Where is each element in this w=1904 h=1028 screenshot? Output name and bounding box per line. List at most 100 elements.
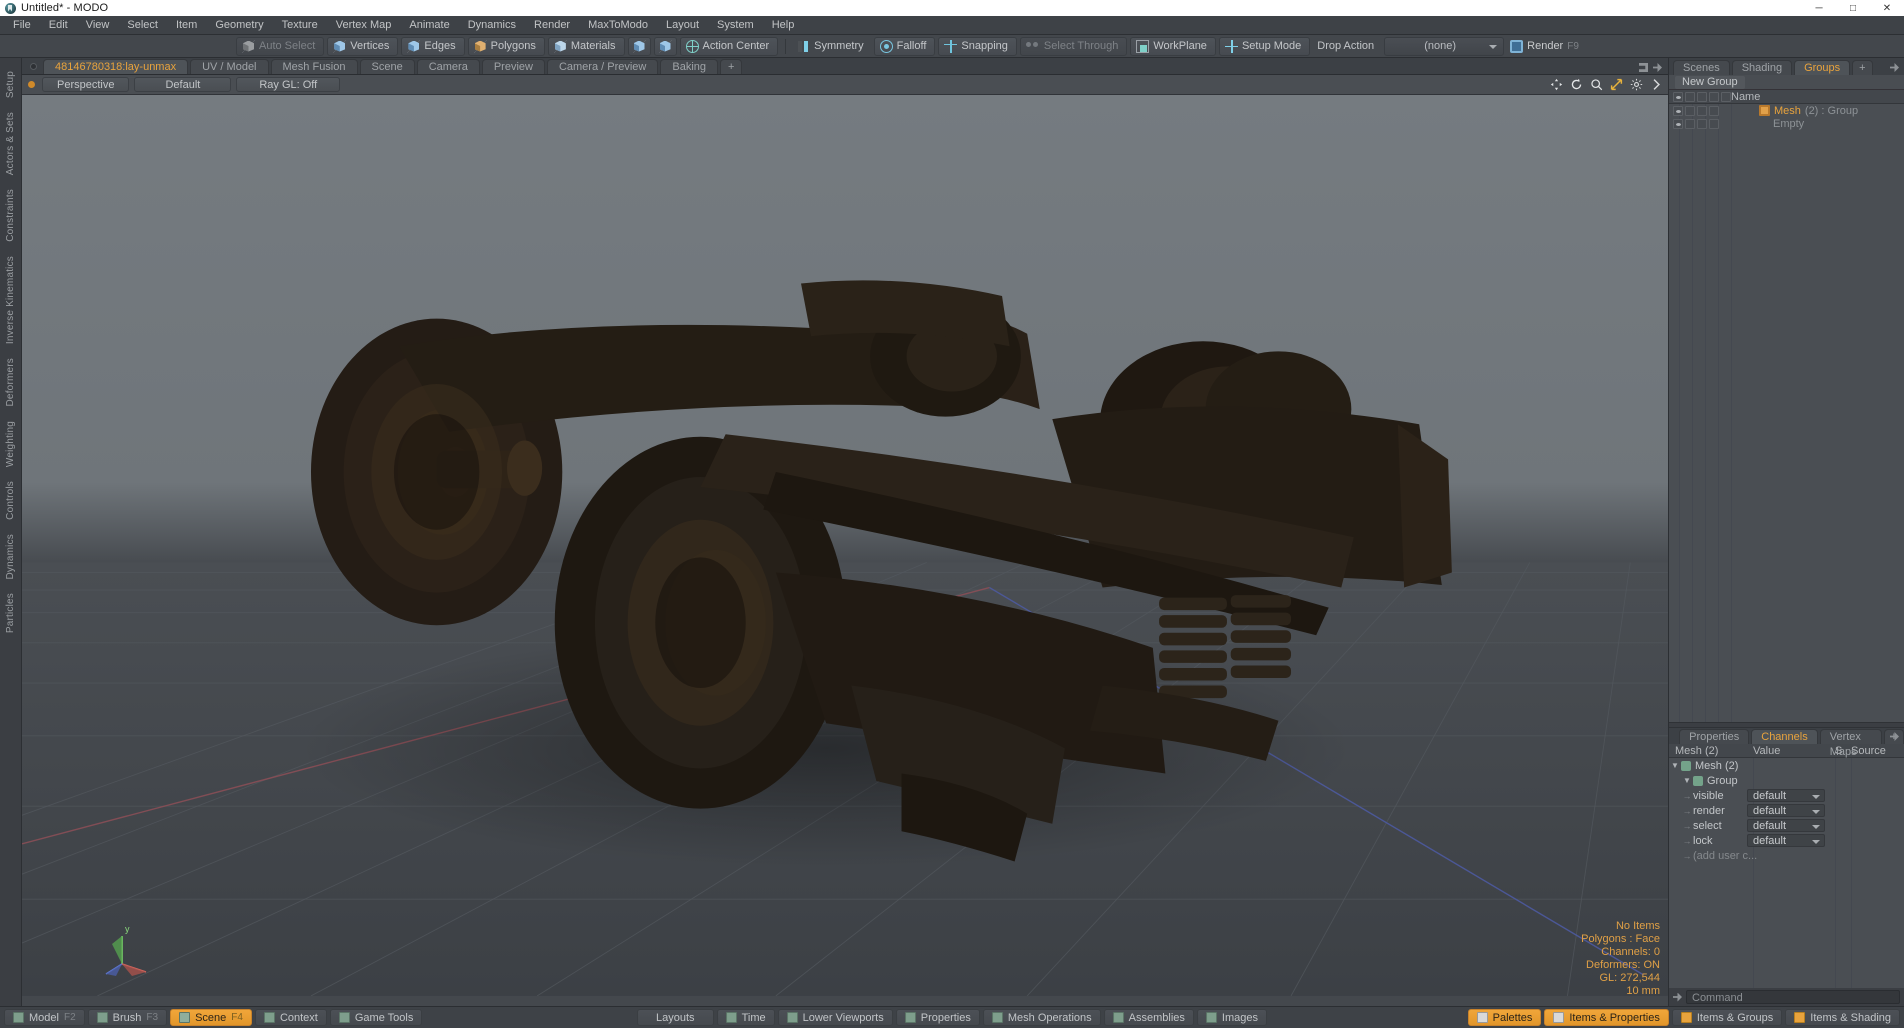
close-button[interactable]: ✕ bbox=[1870, 0, 1904, 16]
palettes-button[interactable]: Palettes bbox=[1467, 1009, 1542, 1026]
images-button[interactable]: Images bbox=[1196, 1009, 1267, 1026]
sidebar-item-constraints[interactable]: Constraints bbox=[3, 182, 18, 249]
panel-layout-icon[interactable] bbox=[1639, 63, 1648, 72]
settings-icon[interactable] bbox=[1630, 78, 1643, 91]
menu-edit[interactable]: Edit bbox=[40, 16, 77, 35]
sidebar-item-particles[interactable]: Particles bbox=[3, 586, 18, 640]
tab-lay-unmax[interactable]: 48146780318:lay-unmax bbox=[43, 59, 189, 74]
menu-animate[interactable]: Animate bbox=[400, 16, 458, 35]
minimize-button[interactable]: ─ bbox=[1802, 0, 1836, 16]
group-tree[interactable]: Mesh (2) : Group Empty bbox=[1669, 104, 1904, 722]
row-render-icon[interactable] bbox=[1685, 105, 1695, 116]
channel-value-select[interactable]: default bbox=[1747, 819, 1825, 832]
channel-value-render[interactable]: default bbox=[1747, 804, 1825, 817]
tab-shading[interactable]: Shading bbox=[1731, 60, 1793, 75]
channel-row-add-user[interactable]: → (add user c... bbox=[1669, 848, 1904, 863]
materials-button[interactable]: Materials bbox=[547, 36, 625, 56]
menu-texture[interactable]: Texture bbox=[273, 16, 327, 35]
tab-channels[interactable]: Channels bbox=[1751, 729, 1818, 744]
channel-row-lock[interactable]: → lock default bbox=[1669, 833, 1904, 848]
raygl-toggle-button[interactable]: Ray GL: Off bbox=[236, 77, 341, 92]
row-lock-icon[interactable] bbox=[1709, 105, 1719, 116]
menu-help[interactable]: Help bbox=[763, 16, 804, 35]
channel-row-mesh[interactable]: ▼ Mesh (2) bbox=[1669, 758, 1904, 773]
fit-icon[interactable] bbox=[1610, 78, 1623, 91]
command-input[interactable]: Command bbox=[1686, 990, 1900, 1004]
row-visibility-icon[interactable] bbox=[1673, 105, 1683, 116]
tab-properties[interactable]: Properties bbox=[1679, 729, 1750, 744]
tab-add-button[interactable]: + bbox=[720, 59, 743, 74]
channel-row-select[interactable]: → select default bbox=[1669, 818, 1904, 833]
tab-camera[interactable]: Camera bbox=[416, 59, 480, 74]
sidebar-item-controls[interactable]: Controls bbox=[3, 474, 18, 527]
pan-icon[interactable] bbox=[1550, 78, 1563, 91]
select-through-button[interactable]: Select Through bbox=[1019, 36, 1128, 56]
sidebar-item-actors-sets[interactable]: Actors & Sets bbox=[3, 105, 18, 182]
pivot-mode-button[interactable] bbox=[627, 36, 651, 56]
menu-system[interactable]: System bbox=[708, 16, 763, 35]
channel-value-visible[interactable]: default bbox=[1747, 789, 1825, 802]
expand-panel-icon[interactable] bbox=[1890, 63, 1899, 72]
time-button[interactable]: Time bbox=[716, 1009, 775, 1026]
menu-dynamics[interactable]: Dynamics bbox=[459, 16, 525, 35]
twisty-icon[interactable]: ▼ bbox=[1669, 761, 1681, 770]
symmetry-button[interactable]: Symmetry bbox=[790, 37, 871, 56]
falloff-button[interactable]: Falloff bbox=[873, 36, 936, 56]
shading-mode-button[interactable]: Default bbox=[134, 77, 232, 92]
lower-viewports-button[interactable]: Lower Viewports bbox=[777, 1009, 893, 1026]
twisty-icon[interactable]: ▼ bbox=[1681, 776, 1693, 785]
mode-button-model[interactable]: Model F2 bbox=[4, 1009, 85, 1026]
mode-button-context[interactable]: Context bbox=[254, 1009, 327, 1026]
row-select-icon[interactable] bbox=[1697, 118, 1707, 129]
tab-baking[interactable]: Baking bbox=[660, 59, 719, 74]
tab-camera-preview[interactable]: Camera / Preview bbox=[546, 59, 659, 74]
menu-geometry[interactable]: Geometry bbox=[206, 16, 272, 35]
rotate-icon[interactable] bbox=[1570, 78, 1583, 91]
items-shading-button[interactable]: Items & Shading bbox=[1785, 1009, 1900, 1026]
channel-value-lock[interactable]: default bbox=[1747, 834, 1825, 847]
tab-vertex-maps[interactable]: Vertex Maps bbox=[1819, 729, 1882, 758]
command-expand-icon[interactable] bbox=[1673, 992, 1682, 1002]
tab-mesh-fusion[interactable]: Mesh Fusion bbox=[270, 59, 358, 74]
assemblies-button[interactable]: Assemblies bbox=[1103, 1009, 1194, 1026]
menu-render[interactable]: Render bbox=[525, 16, 579, 35]
auto-select-button[interactable]: Auto Select bbox=[236, 36, 325, 56]
mode-button-scene[interactable]: Scene F4 bbox=[170, 1009, 252, 1026]
expand-panel-icon[interactable] bbox=[1653, 63, 1662, 72]
workplane-button[interactable]: WorkPlane bbox=[1130, 36, 1216, 56]
sidebar-item-dynamics[interactable]: Dynamics bbox=[3, 527, 18, 587]
tab-scene[interactable]: Scene bbox=[359, 59, 415, 74]
row-visibility-toggles[interactable] bbox=[1669, 118, 1731, 129]
maximize-button[interactable]: □ bbox=[1836, 0, 1870, 16]
view-mode-button[interactable]: Perspective bbox=[42, 77, 130, 92]
sidebar-item-inverse-kinematics[interactable]: Inverse Kinematics bbox=[3, 249, 18, 351]
sidebar-item-deformers[interactable]: Deformers bbox=[3, 351, 18, 413]
zoom-icon[interactable] bbox=[1590, 78, 1603, 91]
layouts-button[interactable]: Layouts bbox=[637, 1009, 714, 1026]
expand-panel-icon[interactable] bbox=[1890, 732, 1899, 741]
menu-file[interactable]: File bbox=[4, 16, 40, 35]
row-select-icon[interactable] bbox=[1697, 105, 1707, 116]
menu-select[interactable]: Select bbox=[118, 16, 167, 35]
tabbar-handle-icon[interactable] bbox=[30, 63, 37, 70]
polygons-button[interactable]: Polygons bbox=[467, 36, 545, 56]
drop-action-dropdown[interactable]: (none) bbox=[1384, 36, 1505, 56]
mesh-operations-button[interactable]: Mesh Operations bbox=[982, 1009, 1101, 1026]
sidebar-item-setup[interactable]: Setup bbox=[3, 64, 18, 105]
tab-groups[interactable]: Groups bbox=[1794, 60, 1851, 75]
channel-row-render[interactable]: → render default bbox=[1669, 803, 1904, 818]
tab-scenes[interactable]: Scenes bbox=[1673, 60, 1730, 75]
tab-uv-model[interactable]: UV / Model bbox=[190, 59, 269, 74]
render-button[interactable]: Render F9 bbox=[1510, 39, 1579, 53]
menu-view[interactable]: View bbox=[77, 16, 119, 35]
setup-mode-button[interactable]: Setup Mode bbox=[1218, 36, 1311, 56]
menu-maxtomodo[interactable]: MaxToModo bbox=[579, 16, 657, 35]
edges-button[interactable]: Edges bbox=[401, 36, 465, 56]
mode-button-game-tools[interactable]: Game Tools bbox=[329, 1009, 423, 1026]
table-row[interactable]: Mesh (2) : Group bbox=[1669, 104, 1904, 117]
chevron-right-icon[interactable] bbox=[1650, 78, 1663, 91]
table-row[interactable]: Empty bbox=[1669, 117, 1904, 130]
items-properties-button[interactable]: Items & Properties bbox=[1544, 1009, 1669, 1026]
properties-button[interactable]: Properties bbox=[895, 1009, 980, 1026]
items-groups-button[interactable]: Items & Groups bbox=[1671, 1009, 1783, 1026]
